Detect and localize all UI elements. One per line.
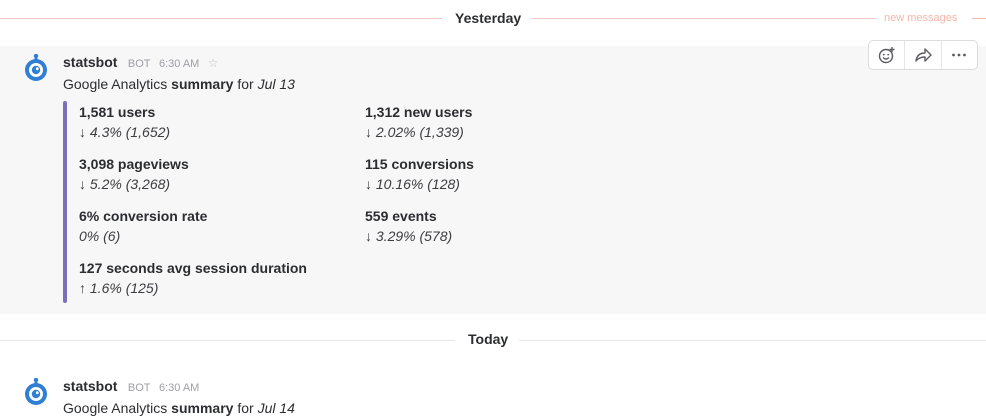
- message-text-prefix: Google Analytics: [63, 76, 172, 92]
- divider-line: [519, 340, 986, 341]
- message[interactable]: statsbot BOT 6:30 AM ☆ Google Analytics …: [0, 46, 986, 314]
- message-text-prefix: Google Analytics: [63, 400, 172, 416]
- field-title: 559 events: [365, 208, 437, 224]
- message-text-date: Jul 14: [257, 400, 295, 416]
- more-actions-button[interactable]: [942, 41, 977, 69]
- attachment-field: 3,098 pageviews ↓ 5.2% (3,268): [79, 156, 189, 192]
- message-header: statsbot BOT 6:30 AM: [63, 378, 199, 396]
- field-value: ↓ 5.2% (3,268): [79, 176, 171, 192]
- avatar[interactable]: [22, 53, 50, 82]
- field-title: 1,581 users: [79, 104, 156, 120]
- message-text: Google Analytics summary for Jul 13: [63, 76, 295, 92]
- timestamp[interactable]: 6:30 AM: [159, 382, 199, 394]
- field-value: ↓ 3.29% (578): [365, 228, 453, 244]
- sender-name[interactable]: statsbot: [63, 54, 117, 70]
- field-title: 1,312 new users: [365, 104, 473, 120]
- add-reaction-button[interactable]: [869, 41, 906, 69]
- share-button[interactable]: [905, 41, 942, 69]
- message-text-mid: for: [233, 400, 258, 416]
- message-text-mid: for: [233, 76, 258, 92]
- message-text: Google Analytics summary for Jul 14: [63, 400, 295, 416]
- field-value: 0% (6): [79, 228, 121, 244]
- star-icon[interactable]: ☆: [208, 56, 219, 70]
- attachment-field: 127 seconds avg session duration ↑ 1.6% …: [79, 260, 307, 296]
- share-icon: [915, 48, 932, 62]
- field-title: 127 seconds avg session duration: [79, 260, 307, 276]
- message-text-bold: summary: [171, 76, 234, 92]
- avatar[interactable]: [22, 377, 50, 406]
- attachment-field: 1,581 users ↓ 4.3% (1,652): [79, 104, 170, 140]
- attachment-field: 115 conversions ↓ 10.16% (128): [365, 156, 474, 192]
- message-header: statsbot BOT 6:30 AM ☆: [63, 54, 219, 72]
- field-value: ↓ 4.3% (1,652): [79, 124, 171, 140]
- bot-tag: BOT: [127, 58, 151, 70]
- divider-line: [0, 340, 455, 341]
- add-reaction-icon: [878, 47, 895, 64]
- bot-tag: BOT: [127, 382, 151, 394]
- timestamp[interactable]: 6:30 AM: [159, 58, 199, 70]
- attachment-field: 1,312 new users ↓ 2.02% (1,339): [365, 104, 472, 140]
- field-title: 6% conversion rate: [79, 208, 208, 224]
- day-divider-label: Today: [468, 331, 509, 347]
- attachment-field: 559 events ↓ 3.29% (578): [365, 208, 452, 244]
- message-text-bold: summary: [171, 400, 234, 416]
- field-value: ↓ 10.16% (128): [365, 176, 460, 192]
- attachment-field: 6% conversion rate 0% (6): [79, 208, 207, 244]
- more-actions-icon: [952, 53, 967, 57]
- message-text-date: Jul 13: [257, 76, 295, 92]
- sender-name[interactable]: statsbot: [63, 378, 117, 394]
- field-title: 3,098 pageviews: [79, 156, 189, 172]
- field-value: ↑ 1.6% (125): [79, 280, 159, 296]
- field-title: 115 conversions: [365, 156, 474, 172]
- statsbot-avatar-icon: [25, 53, 47, 81]
- message-actions-toolbar: [868, 40, 978, 70]
- attachment-color-bar: [63, 101, 67, 303]
- day-divider-today: Today: [0, 0, 986, 347]
- statsbot-avatar-icon: [25, 377, 47, 405]
- field-value: ↓ 2.02% (1,339): [365, 124, 464, 140]
- message[interactable]: statsbot BOT 6:30 AM Google Analytics su…: [0, 370, 986, 418]
